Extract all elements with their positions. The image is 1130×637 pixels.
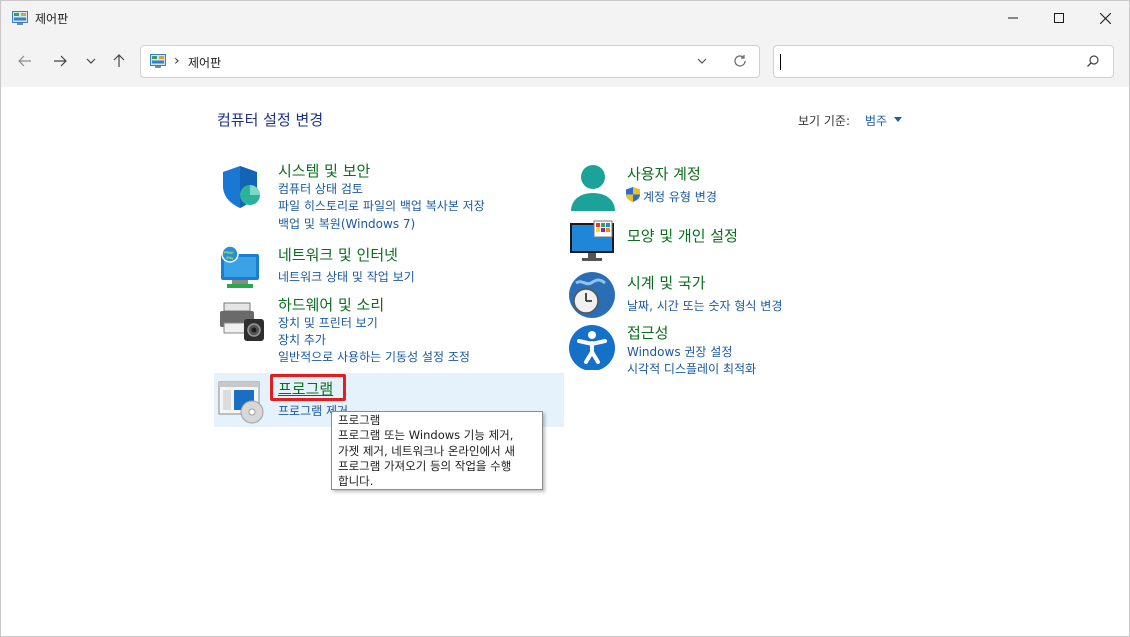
category-system-security: 시스템 및 보안 컴퓨터 상태 검토 파일 히스토리로 파일의 백업 복사본 저… — [218, 160, 558, 233]
category-link[interactable]: 컴퓨터 상태 검토 — [278, 180, 363, 197]
category-heading[interactable]: 시스템 및 보안 — [278, 160, 370, 181]
shield-icon — [223, 166, 260, 208]
view-by-label: 보기 기준: — [798, 114, 851, 128]
tooltip-line: 프로그램 또는 Windows 기능 제거, — [338, 428, 514, 443]
recent-locations-button[interactable] — [79, 49, 103, 73]
monitor-colors-icon — [570, 220, 614, 261]
caret-down-icon[interactable] — [894, 117, 902, 122]
programs-tooltip: 프로그램 프로그램 또는 Windows 기능 제거, 가젯 제거, 네트워크나… — [331, 411, 543, 490]
user-icon — [571, 165, 615, 211]
category-user-accounts: 사용자 계정 계정 유형 변경 — [568, 163, 908, 213]
category-heading[interactable]: 하드웨어 및 소리 — [278, 294, 384, 315]
category-link[interactable]: 시각적 디스플레이 최적화 — [627, 360, 756, 377]
tooltip-line: 합니다. — [338, 474, 374, 489]
back-button[interactable] — [13, 49, 37, 73]
printer-camera-icon — [220, 302, 264, 341]
text-caret — [780, 54, 781, 70]
arrow-right-icon — [54, 55, 67, 67]
clock-globe-icon — [569, 272, 615, 318]
category-link[interactable]: 장치 및 프린터 보기 — [278, 314, 378, 331]
search-icon[interactable] — [1086, 54, 1100, 68]
minimize-button[interactable] — [990, 1, 1036, 35]
category-link[interactable]: 날짜, 시간 또는 숫자 형식 변경 — [627, 297, 782, 314]
category-link[interactable]: 네트워크 상태 및 작업 보기 — [278, 268, 415, 285]
minimize-icon — [1008, 17, 1018, 19]
address-bar[interactable]: › 제어판 — [140, 45, 760, 78]
network-globe-icon — [221, 245, 259, 288]
breadcrumb-separator-icon: › — [174, 53, 180, 69]
highlight-box — [270, 374, 346, 401]
chevron-down-icon[interactable] — [696, 55, 708, 67]
category-heading[interactable]: 접근성 — [627, 322, 668, 343]
category-heading[interactable]: 시계 및 국가 — [627, 272, 706, 293]
accessibility-icon — [569, 325, 615, 370]
category-hardware-sound: 하드웨어 및 소리 장치 및 프린터 보기 장치 추가 일반적으로 사용하는 기… — [218, 294, 558, 367]
category-clock-region: 시계 및 국가 날짜, 시간 또는 숫자 형식 변경 — [568, 271, 908, 319]
category-heading[interactable]: 사용자 계정 — [627, 163, 701, 184]
control-panel-window: 제어판 › 제어판 컴퓨터 설정 변경 보기 기준: 범주 시스템 및 보안 컴… — [0, 0, 1130, 637]
category-link[interactable]: 파일 히스토리로 파일의 백업 복사본 저장 — [278, 197, 485, 214]
chevron-down-icon — [86, 58, 96, 64]
tooltip-line: 프로그램 — [338, 413, 381, 427]
category-network-internet: 네트워크 및 인터넷 네트워크 상태 및 작업 보기 — [218, 244, 558, 292]
programs-disc-icon — [218, 381, 264, 424]
arrow-left-icon — [18, 55, 31, 67]
category-link[interactable]: 일반적으로 사용하는 기동성 설정 조정 — [278, 348, 470, 365]
category-appearance: 모양 및 개인 설정 — [568, 219, 908, 267]
category-heading[interactable]: 모양 및 개인 설정 — [627, 225, 738, 246]
up-button[interactable] — [107, 49, 131, 73]
forward-button[interactable] — [48, 49, 72, 73]
category-heading[interactable]: 네트워크 및 인터넷 — [278, 244, 398, 265]
category-link[interactable]: Windows 권장 설정 — [627, 343, 732, 360]
close-button[interactable] — [1082, 1, 1128, 35]
navigation-bar: › 제어판 — [1, 35, 1129, 87]
control-panel-icon — [12, 11, 28, 25]
window-title: 제어판 — [35, 12, 69, 26]
uac-shield-icon — [626, 187, 640, 202]
category-link[interactable]: 장치 추가 — [278, 331, 326, 348]
maximize-icon — [1054, 13, 1064, 23]
title-bar: 제어판 — [1, 1, 1129, 35]
breadcrumb-control-panel[interactable]: 제어판 — [188, 54, 221, 71]
close-icon — [1099, 12, 1111, 24]
tooltip-line: 프로그램 가져오기 등의 작업을 수행 — [338, 458, 512, 473]
category-link[interactable]: 백업 및 복원(Windows 7) — [278, 215, 415, 232]
tooltip-line: 가젯 제거, 네트워크나 온라인에서 새 — [338, 443, 515, 458]
arrow-up-icon — [113, 54, 125, 67]
refresh-icon[interactable] — [733, 54, 747, 68]
search-box[interactable] — [773, 45, 1114, 78]
control-panel-icon — [150, 54, 166, 68]
view-by-dropdown[interactable]: 범주 — [865, 112, 887, 129]
maximize-button[interactable] — [1036, 1, 1082, 35]
page-title: 컴퓨터 설정 변경 — [217, 111, 324, 129]
category-link[interactable]: 계정 유형 변경 — [643, 188, 717, 205]
category-ease-of-access: 접근성 Windows 권장 설정 시각적 디스플레이 최적화 — [568, 322, 908, 376]
